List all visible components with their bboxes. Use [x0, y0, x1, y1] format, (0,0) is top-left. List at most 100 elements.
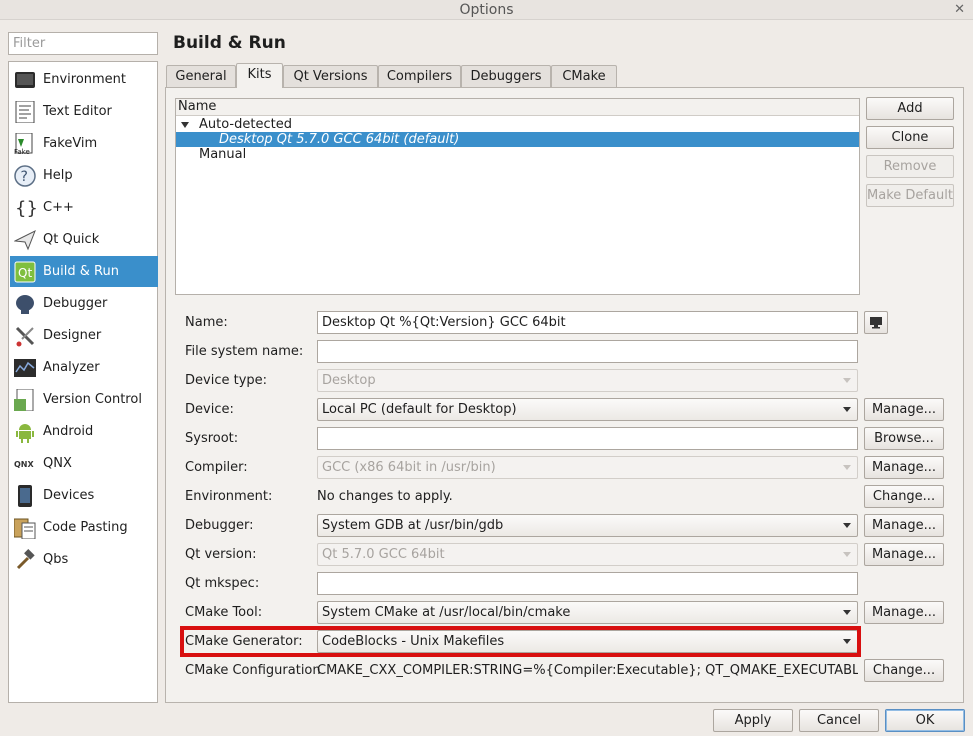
tab-general[interactable]: General [166, 65, 236, 87]
category-label: Android [43, 424, 94, 439]
tab-qt-versions[interactable]: Qt Versions [283, 65, 378, 87]
category-label: Text Editor [43, 104, 112, 119]
category-android[interactable]: Android [10, 416, 158, 447]
tab-debuggers[interactable]: Debuggers [461, 65, 551, 87]
kit-item-label: Desktop Qt 5.7.0 GCC 64bit (default) [219, 132, 460, 147]
qt-version-manage-button[interactable]: Manage... [864, 543, 944, 566]
code-pasting-icon [14, 517, 36, 539]
category-qnx[interactable]: QNX QNX [10, 448, 158, 479]
device-manage-button[interactable]: Manage... [864, 398, 944, 421]
cmake-tool-manage-button[interactable]: Manage... [864, 601, 944, 624]
expand-arrow-icon[interactable] [181, 122, 189, 128]
help-icon: ? [14, 164, 36, 187]
device-combo[interactable]: Local PC (default for Desktop) [317, 398, 858, 421]
qnx-icon: QNX [14, 453, 36, 475]
sysroot-label: Sysroot: [185, 431, 239, 446]
environment-change-button[interactable]: Change... [864, 485, 944, 508]
category-label: C++ [43, 200, 74, 215]
qt-mkspec-label: Qt mkspec: [185, 576, 260, 591]
clone-kit-button[interactable]: Clone [866, 126, 954, 149]
apply-button[interactable]: Apply [713, 709, 793, 732]
category-label: Designer [43, 328, 102, 343]
page-title: Build & Run [173, 33, 286, 53]
ok-button[interactable]: OK [885, 709, 965, 732]
highlight-box [180, 626, 861, 657]
cancel-button[interactable]: Cancel [799, 709, 879, 732]
monitor-icon [870, 317, 882, 329]
debugger-manage-button[interactable]: Manage... [864, 514, 944, 537]
kit-group-label: Manual [199, 147, 247, 162]
sysroot-browse-button[interactable]: Browse... [864, 427, 944, 450]
device-type-value: Desktop [322, 373, 376, 388]
category-designer[interactable]: Designer [10, 320, 158, 351]
svg-text:QNX: QNX [14, 460, 34, 469]
cmake-config-change-button[interactable]: Change... [864, 659, 944, 682]
environment-icon [14, 69, 36, 91]
category-label: Code Pasting [43, 520, 128, 535]
designer-icon [14, 325, 36, 347]
cmake-tool-combo[interactable]: System CMake at /usr/local/bin/cmake [317, 601, 858, 624]
debugger-combo[interactable]: System GDB at /usr/bin/gdb [317, 514, 858, 537]
device-type-combo: Desktop [317, 369, 858, 392]
category-cpp[interactable]: {} C++ [10, 192, 158, 223]
cmake-config-value: CMAKE_CXX_COMPILER:STRING=%{Compiler:Exe… [317, 663, 858, 678]
kit-tree-header: Name [176, 99, 859, 116]
tab-compilers[interactable]: Compilers [378, 65, 461, 87]
qt-version-label: Qt version: [185, 547, 257, 562]
category-build-run[interactable]: Qt Build & Run [10, 256, 158, 287]
add-kit-button[interactable]: Add [866, 97, 954, 120]
debugger-value: System GDB at /usr/bin/gdb [322, 518, 504, 533]
category-text-editor[interactable]: Text Editor [10, 96, 158, 127]
category-label: Qt Quick [43, 232, 100, 247]
category-qt-quick[interactable]: Qt Quick [10, 224, 158, 255]
make-default-button[interactable]: Make Default [866, 184, 954, 207]
compiler-value: GCC (x86 64bit in /usr/bin) [322, 460, 496, 475]
close-icon[interactable]: ✕ [954, 0, 965, 19]
build-run-icon: Qt [14, 261, 36, 283]
remove-kit-button[interactable]: Remove [866, 155, 954, 178]
name-field[interactable]: Desktop Qt %{Qt:Version} GCC 64bit [317, 311, 858, 334]
compiler-combo: GCC (x86 64bit in /usr/bin) [317, 456, 858, 479]
environment-value: No changes to apply. [317, 489, 453, 504]
category-label: Devices [43, 488, 95, 503]
category-environment[interactable]: Environment [10, 64, 158, 95]
tab-cmake[interactable]: CMake [551, 65, 617, 87]
device-label: Device: [185, 402, 234, 417]
chevron-down-icon [843, 523, 851, 528]
kit-icon-button[interactable] [864, 311, 888, 334]
kit-item-desktop[interactable]: Desktop Qt 5.7.0 GCC 64bit (default) [176, 132, 859, 147]
chevron-down-icon [843, 610, 851, 615]
category-label: Debugger [43, 296, 108, 311]
compiler-manage-button[interactable]: Manage... [864, 456, 944, 479]
android-icon [14, 421, 36, 443]
category-analyzer[interactable]: Analyzer [10, 352, 158, 383]
category-fakevim[interactable]: Fake FakeVim [10, 128, 158, 159]
tab-kits[interactable]: Kits [236, 63, 283, 88]
svg-text:{}: {} [15, 198, 36, 219]
name-label: Name: [185, 315, 228, 330]
fs-name-field[interactable] [317, 340, 858, 363]
filter-input[interactable] [8, 32, 158, 55]
svg-text:?: ? [21, 169, 28, 185]
category-debugger[interactable]: Debugger [10, 288, 158, 319]
qt-mkspec-field[interactable] [317, 572, 858, 595]
compiler-label: Compiler: [185, 460, 248, 475]
sysroot-field[interactable] [317, 427, 858, 450]
category-help[interactable]: ? Help [10, 160, 158, 191]
category-label: Help [43, 168, 73, 183]
svg-text:Fake: Fake [14, 148, 30, 155]
qbs-icon [14, 548, 36, 571]
kit-group-label: Auto-detected [199, 117, 292, 132]
category-qbs[interactable]: Qbs [10, 544, 158, 575]
debugger-icon [14, 293, 36, 315]
chevron-down-icon [843, 465, 851, 470]
fs-name-label: File system name: [185, 344, 304, 359]
svg-text:Qt: Qt [18, 266, 32, 280]
kit-group-auto[interactable]: Auto-detected [176, 117, 859, 132]
category-version-control[interactable]: Version Control [10, 384, 158, 415]
kit-group-manual[interactable]: Manual [176, 147, 859, 162]
category-devices[interactable]: Devices [10, 480, 158, 511]
category-code-pasting[interactable]: Code Pasting [10, 512, 158, 543]
version-control-icon [14, 388, 36, 411]
kit-tree[interactable]: Name Auto-detected Desktop Qt 5.7.0 GCC … [175, 98, 860, 295]
